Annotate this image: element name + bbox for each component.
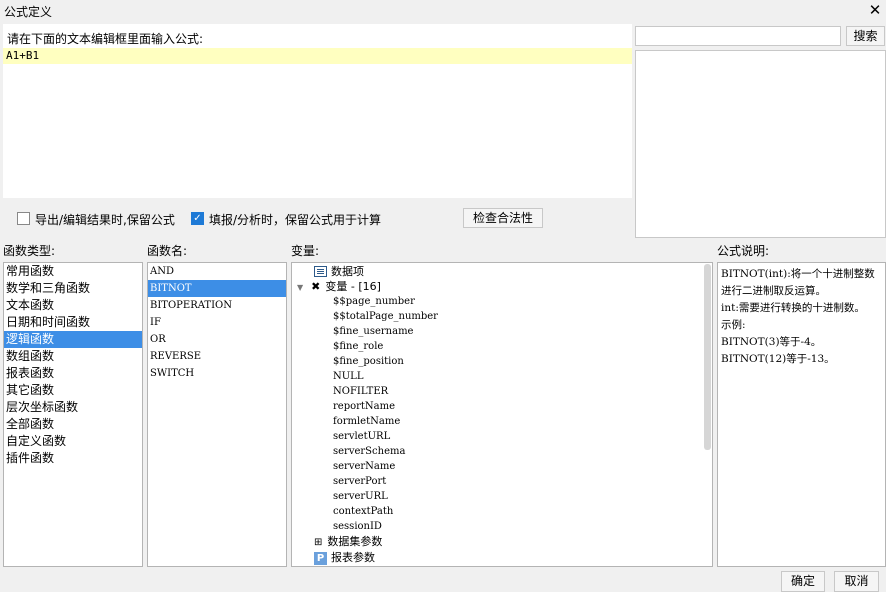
title-bar: 公式定义 ✕: [0, 0, 886, 22]
list-item[interactable]: REVERSE: [148, 348, 286, 365]
formula-text[interactable]: A1+B1: [6, 49, 39, 62]
chevron-down-icon[interactable]: ▼: [297, 283, 303, 292]
data-items-icon: [314, 265, 327, 277]
search-input[interactable]: [635, 26, 841, 46]
preserve-export-label: 导出/编辑结果时,保留公式: [35, 213, 175, 227]
cancel-button[interactable]: 取消: [834, 571, 879, 592]
variables-tree[interactable]: 数据项 ▼ ✖ 变量 - [16] $$page_number $$totalPag…: [291, 262, 713, 567]
tree-leaf-variable[interactable]: servletURL: [333, 429, 390, 444]
tree-node-report-params[interactable]: P 报表参数: [314, 550, 375, 565]
list-item[interactable]: OR: [148, 331, 286, 348]
tree-leaf-variable[interactable]: $fine_username: [333, 324, 413, 339]
list-item[interactable]: 全部函数: [4, 416, 142, 433]
preserve-export-checkbox[interactable]: [17, 212, 30, 225]
tree-node-data-items[interactable]: 数据项: [314, 264, 364, 279]
function-names-label: 函数名:: [147, 244, 188, 258]
list-item[interactable]: 插件函数: [4, 450, 142, 467]
description-line: int:需要进行转换的十进制数。: [721, 302, 865, 314]
list-item[interactable]: 逻辑函数: [4, 331, 142, 348]
preserve-fill-label: 填报/分析时，保留公式用于计算: [209, 213, 382, 227]
tree-leaf-variable[interactable]: serverURL: [333, 489, 388, 504]
description-text: BITNOT(int):将一个十进制整数进行二进制取反运算。 int:需要进行转…: [721, 266, 885, 368]
list-item[interactable]: 常用函数: [4, 263, 142, 280]
description-line: BITNOT(3)等于-4。: [721, 336, 822, 348]
search-button[interactable]: 搜索: [846, 26, 885, 46]
function-names-list[interactable]: AND BITNOT BITOPERATION IF OR REVERSE SW…: [147, 262, 287, 567]
tree-leaf-variable[interactable]: serverSchema: [333, 444, 405, 459]
list-item[interactable]: 日期和时间函数: [4, 314, 142, 331]
list-item[interactable]: 其它函数: [4, 382, 142, 399]
editor-label: 请在下面的文本编辑框里面输入公式:: [7, 32, 204, 46]
tree-leaf-variable[interactable]: NULL: [333, 369, 363, 384]
variables-scrollbar[interactable]: [704, 264, 711, 450]
search-results: [635, 50, 886, 238]
preserve-fill-checkbox[interactable]: ✓: [191, 212, 204, 225]
list-item[interactable]: 数组函数: [4, 348, 142, 365]
function-types-label: 函数类型:: [3, 244, 56, 258]
tree-leaf-variable[interactable]: formletName: [333, 414, 400, 429]
description-line: BITNOT(12)等于-13。: [721, 353, 835, 365]
tree-leaf-variable[interactable]: $$totalPage_number: [333, 309, 438, 324]
report-params-icon: P: [314, 551, 327, 565]
validate-button[interactable]: 检查合法性: [463, 208, 543, 228]
list-item[interactable]: IF: [148, 314, 286, 331]
function-types-list[interactable]: 常用函数 数学和三角函数 文本函数 日期和时间函数 逻辑函数 数组函数 报表函数…: [3, 262, 143, 567]
variables-group-icon: ✖: [311, 280, 321, 293]
formula-editor[interactable]: 请在下面的文本编辑框里面输入公式: A1+B1: [3, 24, 632, 198]
close-icon[interactable]: ✕: [866, 1, 884, 19]
description-line: BITNOT(int):将一个十进制整数进行二进制取反运算。: [721, 268, 875, 297]
list-item[interactable]: AND: [148, 263, 286, 280]
tree-leaf-variable[interactable]: $fine_position: [333, 354, 404, 369]
tree-leaf-variable[interactable]: serverPort: [333, 474, 386, 489]
window-title: 公式定义: [4, 5, 53, 19]
tree-leaf-variable[interactable]: reportName: [333, 399, 395, 414]
tree-leaf-variable[interactable]: contextPath: [333, 504, 393, 519]
list-item[interactable]: BITNOT: [148, 280, 286, 297]
tree-node-variables[interactable]: ▼ ✖ 变量 - [16]: [297, 279, 381, 294]
list-item[interactable]: 文本函数: [4, 297, 142, 314]
tree-leaf-variable[interactable]: $fine_role: [333, 339, 383, 354]
ok-button[interactable]: 确定: [781, 571, 825, 592]
tree-leaf-variable[interactable]: $$page_number: [333, 294, 415, 309]
description-label: 公式说明:: [717, 244, 770, 258]
editor-current-line: [3, 48, 632, 64]
list-item[interactable]: SWITCH: [148, 365, 286, 382]
list-item[interactable]: 自定义函数: [4, 433, 142, 450]
list-item[interactable]: 数学和三角函数: [4, 280, 142, 297]
tree-leaf-variable[interactable]: serverName: [333, 459, 395, 474]
tree-node-dataset-params[interactable]: ⊞ 数据集参数: [314, 534, 382, 549]
list-item[interactable]: 报表函数: [4, 365, 142, 382]
variables-label: 变量:: [291, 244, 320, 258]
list-item[interactable]: 层次坐标函数: [4, 399, 142, 416]
tree-leaf-variable[interactable]: sessionID: [333, 519, 382, 534]
dataset-params-icon: ⊞: [314, 537, 323, 548]
tree-leaf-variable[interactable]: NOFILTER: [333, 384, 388, 399]
description-line: 示例:: [721, 319, 746, 331]
list-item[interactable]: BITOPERATION: [148, 297, 286, 314]
